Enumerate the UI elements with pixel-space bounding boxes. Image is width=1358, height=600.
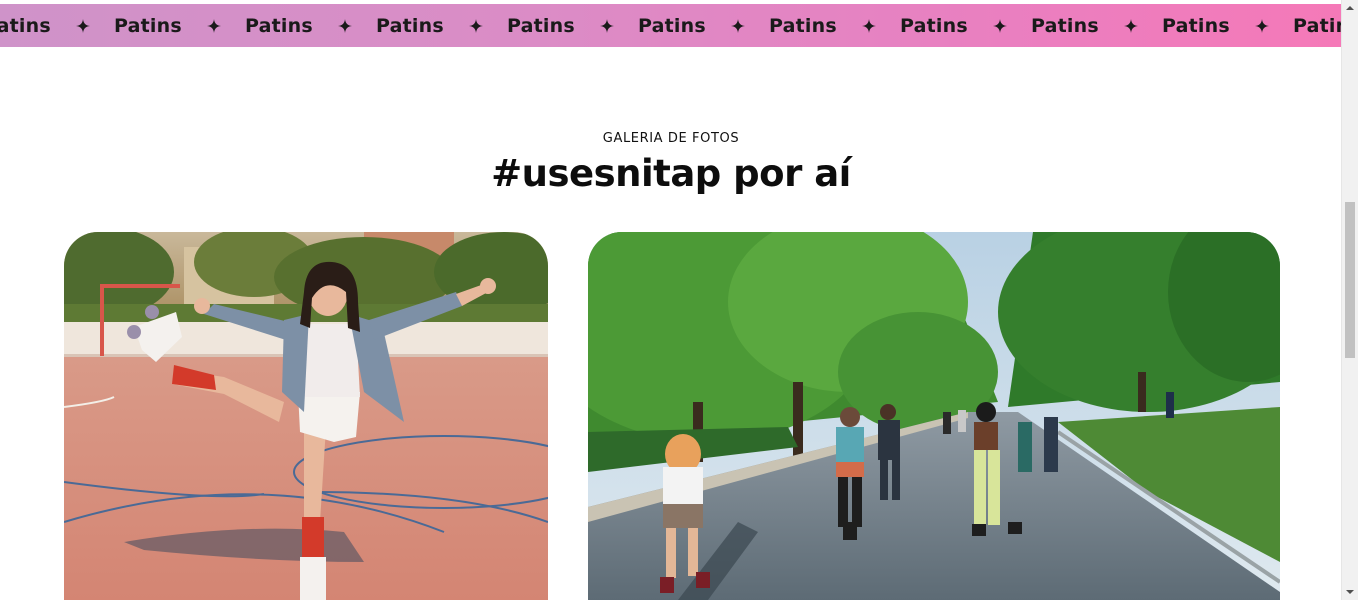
section-eyebrow: GALERIA DE FOTOS [602,131,740,146]
marquee-item: Patins [376,4,507,47]
marquee-word: Patins [638,14,706,37]
photo-skater-kick [64,232,548,600]
marquee-item: Patins [769,4,900,47]
four-point-star-icon [993,18,1031,33]
marquee-word: Patins [1293,14,1342,37]
marquee-item: Patins [900,4,1031,47]
four-point-star-icon [862,18,900,33]
marquee-word: Patins [245,14,313,37]
four-point-star-icon [1255,18,1293,33]
marquee-item: Patins [1293,4,1342,47]
four-point-star-icon [600,18,638,33]
scroll-down-arrow-icon[interactable] [1342,584,1358,600]
marquee-word: Patins [114,14,182,37]
marquee-item: Patins [638,4,769,47]
marquee-item: Patins [0,4,114,47]
four-point-star-icon [731,18,769,33]
page-scrollbar[interactable] [1341,0,1358,600]
photo-card-park-skaters[interactable] [588,232,1280,600]
marquee-item: Patins [1031,4,1162,47]
page: Patins Patins Patins Patins Patins Patins Pati… [0,0,1358,600]
four-point-star-icon [1124,18,1162,33]
scroll-up-arrow-icon[interactable] [1342,0,1358,16]
marquee-banner: Patins Patins Patins Patins Patins Patins Pati… [0,4,1342,47]
four-point-star-icon [207,18,245,33]
marquee-word: Patins [376,14,444,37]
four-point-star-icon [76,18,114,33]
marquee-item: Patins [114,4,245,47]
four-point-star-icon [469,18,507,33]
marquee-word: Patins [0,14,51,37]
marquee-track: Patins Patins Patins Patins Patins Patins Pati… [0,4,1342,47]
marquee-word: Patins [507,14,575,37]
marquee-word: Patins [1162,14,1230,37]
marquee-item: Patins [1162,4,1293,47]
photo-card-skater-kick[interactable] [64,232,548,600]
section-title: #usesnitap por aí [491,152,851,195]
photo-park-skaters [588,232,1280,600]
four-point-star-icon [338,18,376,33]
scrollbar-thumb[interactable] [1345,202,1355,358]
marquee-item: Patins [245,4,376,47]
marquee-word: Patins [900,14,968,37]
marquee-word: Patins [1031,14,1099,37]
marquee-word: Patins [769,14,837,37]
marquee-item: Patins [507,4,638,47]
